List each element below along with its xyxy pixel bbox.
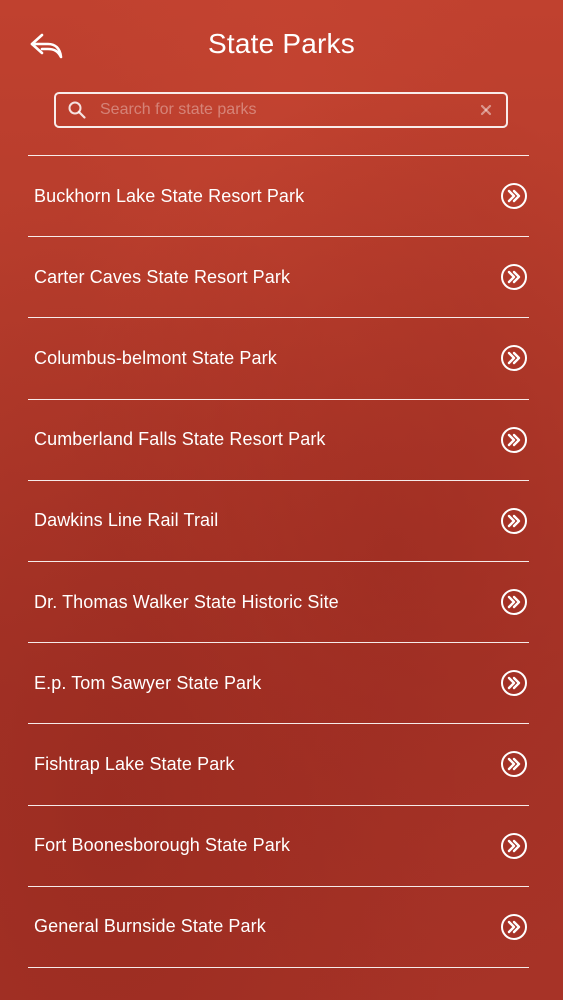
list-item-label: Fishtrap Lake State Park: [34, 753, 235, 774]
list-item-label: General Burnside State Park: [34, 916, 266, 937]
double-chevron-right-icon: [500, 588, 528, 616]
list-item[interactable]: Fort Boonesborough State Park: [28, 806, 529, 887]
list-item-label: Dr. Thomas Walker State Historic Site: [34, 591, 339, 612]
double-chevron-right-icon: [500, 913, 528, 941]
header: State Parks: [0, 0, 563, 90]
list-item-label: E.p. Tom Sawyer State Park: [34, 672, 262, 693]
list-item[interactable]: Cumberland Falls State Resort Park: [28, 400, 529, 481]
list-item[interactable]: Fishtrap Lake State Park: [28, 724, 529, 806]
list-item-label: Cumberland Falls State Resort Park: [34, 429, 326, 450]
list-item-label: Buckhorn Lake State Resort Park: [34, 185, 305, 206]
clear-search-button[interactable]: [466, 94, 506, 126]
list-item[interactable]: E.p. Tom Sawyer State Park: [28, 643, 529, 725]
double-chevron-right-icon: [500, 344, 528, 372]
page-title: State Parks: [208, 28, 355, 59]
double-chevron-right-icon: [500, 507, 528, 535]
double-chevron-right-icon: [500, 832, 528, 860]
list-item[interactable]: General Burnside State Park: [28, 887, 529, 968]
double-chevron-right-icon: [500, 669, 528, 697]
list-item[interactable]: Buckhorn Lake State Resort Park: [28, 156, 529, 238]
search-input[interactable]: [94, 94, 466, 126]
list-item[interactable]: Carter Caves State Resort Park: [28, 237, 529, 319]
search-icon: [60, 94, 94, 126]
list-item[interactable]: Columbus-belmont State Park: [28, 318, 529, 400]
close-icon: [480, 104, 492, 116]
search-bar: [54, 92, 508, 128]
list-item-label: Columbus-belmont State Park: [34, 347, 277, 368]
list-item[interactable]: Dr. Thomas Walker State Historic Site: [28, 562, 529, 644]
list-item[interactable]: Dawkins Line Rail Trail: [28, 481, 529, 562]
park-list: Buckhorn Lake State Resort Park Carter C…: [28, 155, 529, 968]
list-item-label: Dawkins Line Rail Trail: [34, 510, 219, 531]
list-item-label: Fort Boonesborough State Park: [34, 835, 291, 856]
double-chevron-right-icon: [500, 426, 528, 454]
double-chevron-right-icon: [500, 750, 528, 778]
double-chevron-right-icon: [500, 263, 528, 291]
list-item-label: Carter Caves State Resort Park: [34, 266, 291, 287]
double-chevron-right-icon: [500, 182, 528, 210]
